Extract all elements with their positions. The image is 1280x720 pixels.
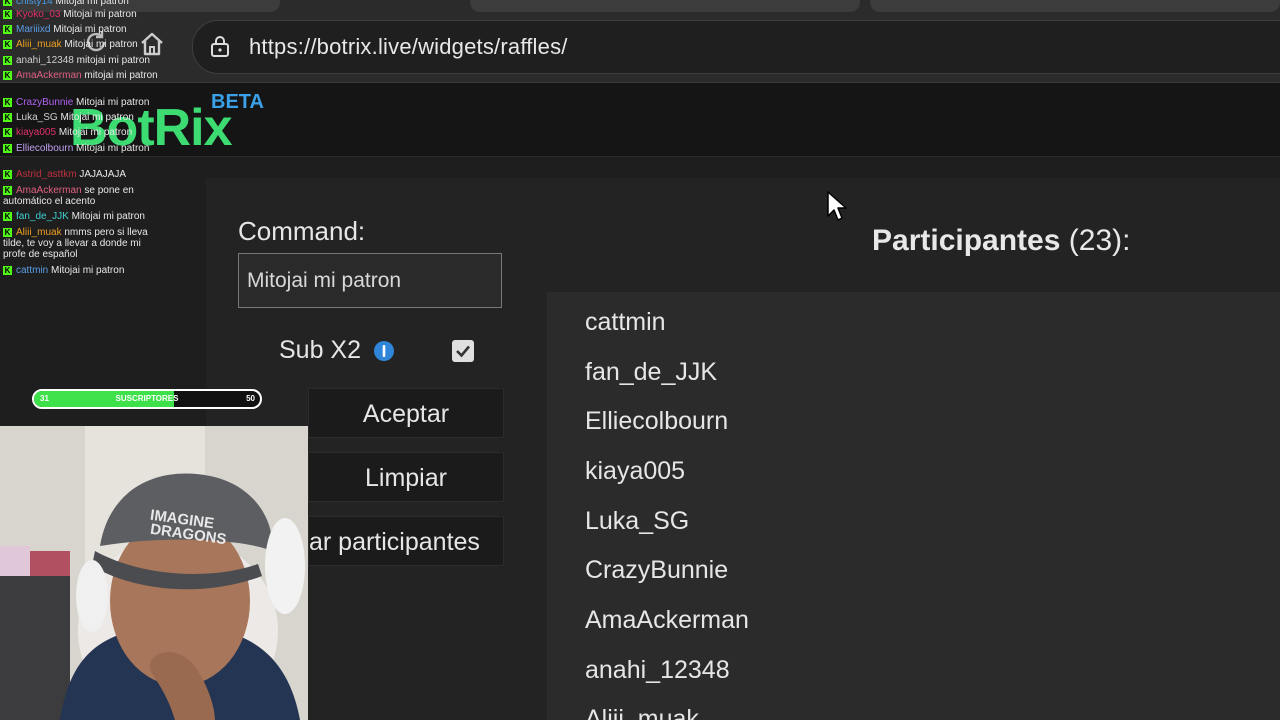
- kick-badge-icon: K: [3, 170, 12, 179]
- kick-badge-icon: K: [3, 228, 12, 237]
- chat-username[interactable]: cattmin: [16, 265, 48, 276]
- chat-username[interactable]: Kyoko_03: [16, 9, 60, 20]
- chat-text: JAJAJAJA: [79, 169, 127, 180]
- show-participants-button[interactable]: ar participantes: [308, 516, 504, 566]
- participant-item: kiaya005: [585, 457, 686, 485]
- participant-item: cattmin: [585, 308, 666, 336]
- chat-text: Mitojai mi patron: [71, 211, 145, 222]
- participants-list[interactable]: cattmin fan_de_JJK Elliecolbourn kiaya00…: [547, 292, 1280, 720]
- command-input[interactable]: [238, 253, 502, 308]
- chat-message: K Luka_SG Mitojai mi patron: [3, 112, 159, 123]
- beta-label: BETA: [211, 91, 264, 113]
- kick-badge-icon: K: [3, 25, 12, 34]
- chat-text: Mitojai mi patron: [64, 39, 138, 50]
- url-text: https://botrix.live/widgets/raffles/: [249, 34, 568, 59]
- chat-message: K Mariiixd Mitojai mi patron: [3, 24, 159, 35]
- chat-text: Mitojai mi patron: [76, 143, 150, 154]
- participant-item: CrazyBunnie: [585, 556, 729, 584]
- info-icon[interactable]: [373, 340, 395, 362]
- chat-username[interactable]: CrazyBunnie: [16, 97, 73, 108]
- checkmark-icon: [456, 345, 470, 358]
- kick-badge-icon: K: [3, 71, 12, 80]
- chat-message: K Aliii_muak Mitojai mi patron: [3, 39, 159, 50]
- sub-x2-label: Sub X2: [279, 336, 362, 364]
- chat-message: Kkiaya005 Mitojai mi patron: [3, 127, 159, 138]
- chat-username[interactable]: AmaAckerman: [16, 185, 82, 196]
- command-label: Command:: [238, 216, 366, 246]
- chat-text: mitojai mi patron: [76, 55, 150, 66]
- participant-item: fan_de_JJK: [585, 358, 718, 386]
- chat-message: K AmaAckerman mitojai mi patron: [3, 70, 159, 81]
- kick-badge-icon: K: [3, 113, 12, 122]
- chat-message: K Aliii_muak nmms pero si lleva tilde, te…: [3, 227, 159, 260]
- mouse-cursor-icon: [827, 191, 847, 221]
- kick-badge-icon: K: [3, 186, 12, 195]
- browser-tab[interactable]: [870, 0, 1280, 12]
- participants-title: Participantes (23):: [872, 224, 1130, 258]
- chat-username[interactable]: Aliii_muak: [16, 39, 62, 50]
- kick-badge-icon: K: [3, 128, 12, 137]
- kick-badge-icon: K: [3, 40, 12, 49]
- chat-message: Kchisty14 Mitojai mi patron: [3, 0, 159, 7]
- chat-message: K AmaAckerman se pone en automático el ac…: [3, 185, 159, 207]
- chat-text: Mitojai mi patron: [58, 127, 133, 138]
- chat-username[interactable]: Astrid_asttkm: [16, 169, 77, 180]
- chat-username[interactable]: Elliecolbourn: [16, 143, 73, 154]
- chat-message: Kanahi_12348 mitojai mi patron: [3, 55, 159, 66]
- chat-text: Mitojai mi patron: [60, 112, 134, 123]
- chat-text: mitojai mi patron: [84, 70, 158, 81]
- chat-username[interactable]: Mariiixd: [16, 24, 50, 35]
- chat-text: Mitojai mi patron: [51, 265, 125, 276]
- site-header: BotRix BETA: [0, 83, 1280, 157]
- chat-message: K Astrid_asttkm JAJAJAJA: [3, 169, 159, 180]
- chat-username[interactable]: Luka_SG: [16, 112, 58, 123]
- kick-badge-icon: K: [3, 10, 12, 19]
- chat-message: K Elliecolbourn Mitojai mi patron: [3, 143, 159, 154]
- sub-goal-target: 50: [246, 394, 255, 403]
- participant-item: Aliii_muak: [585, 705, 699, 720]
- kick-badge-icon: K: [3, 56, 12, 65]
- sub-goal-label: SUSCRIPTORES: [115, 394, 179, 403]
- accept-button[interactable]: Aceptar: [308, 388, 504, 438]
- kick-badge-icon: K: [3, 266, 12, 275]
- webcam-feed: IMAGINE DRAGONS: [0, 426, 308, 720]
- lock-icon[interactable]: [209, 35, 231, 57]
- participants-label: Participantes: [872, 224, 1061, 257]
- chat-username[interactable]: anahi_12348: [16, 55, 74, 66]
- participant-item: AmaAckerman: [585, 606, 749, 634]
- kick-badge-icon: K: [3, 144, 12, 153]
- participants-count: (23):: [1068, 224, 1131, 257]
- chat-username[interactable]: AmaAckerman: [16, 70, 82, 81]
- kick-badge-icon: K: [3, 212, 12, 221]
- kick-badge-icon: K: [3, 98, 12, 107]
- participant-item: anahi_12348: [585, 656, 730, 684]
- chat-username[interactable]: Aliii_muak: [16, 227, 62, 238]
- clear-button[interactable]: Limpiar: [308, 452, 504, 502]
- chat-message: Kfan_de_JJK Mitojai mi patron: [3, 211, 159, 222]
- chat-message: Kcattmin Mitojai mi patron: [3, 265, 159, 276]
- participant-item: Elliecolbourn: [585, 407, 729, 435]
- chat-message: K CrazyBunnie Mitojai mi patron: [3, 97, 159, 108]
- participant-item: Luka_SG: [585, 507, 690, 535]
- sub-goal-bar: 31 SUSCRIPTORES 50: [32, 389, 262, 409]
- browser-toolbar: https://botrix.live/widgets/raffles/: [0, 0, 1280, 83]
- chat-username[interactable]: chisty14: [16, 0, 53, 7]
- address-bar[interactable]: https://botrix.live/widgets/raffles/: [192, 20, 1280, 74]
- chat-text: Mitojai mi patron: [53, 24, 127, 35]
- webcam-image: [0, 426, 308, 720]
- chat-username[interactable]: kiaya005: [16, 127, 56, 138]
- sub-x2-checkbox[interactable]: [452, 340, 474, 362]
- chat-username[interactable]: fan_de_JJK: [16, 211, 69, 222]
- kick-badge-icon: K: [3, 0, 12, 6]
- chat-text: Mitojai mi patron: [63, 9, 137, 20]
- chat-message: K Kyoko_03 Mitojai mi patron: [3, 9, 159, 20]
- chat-text: Mitojai mi patron: [55, 0, 129, 7]
- browser-tab-active[interactable]: [470, 0, 860, 12]
- chat-text: Mitojai mi patron: [76, 97, 150, 108]
